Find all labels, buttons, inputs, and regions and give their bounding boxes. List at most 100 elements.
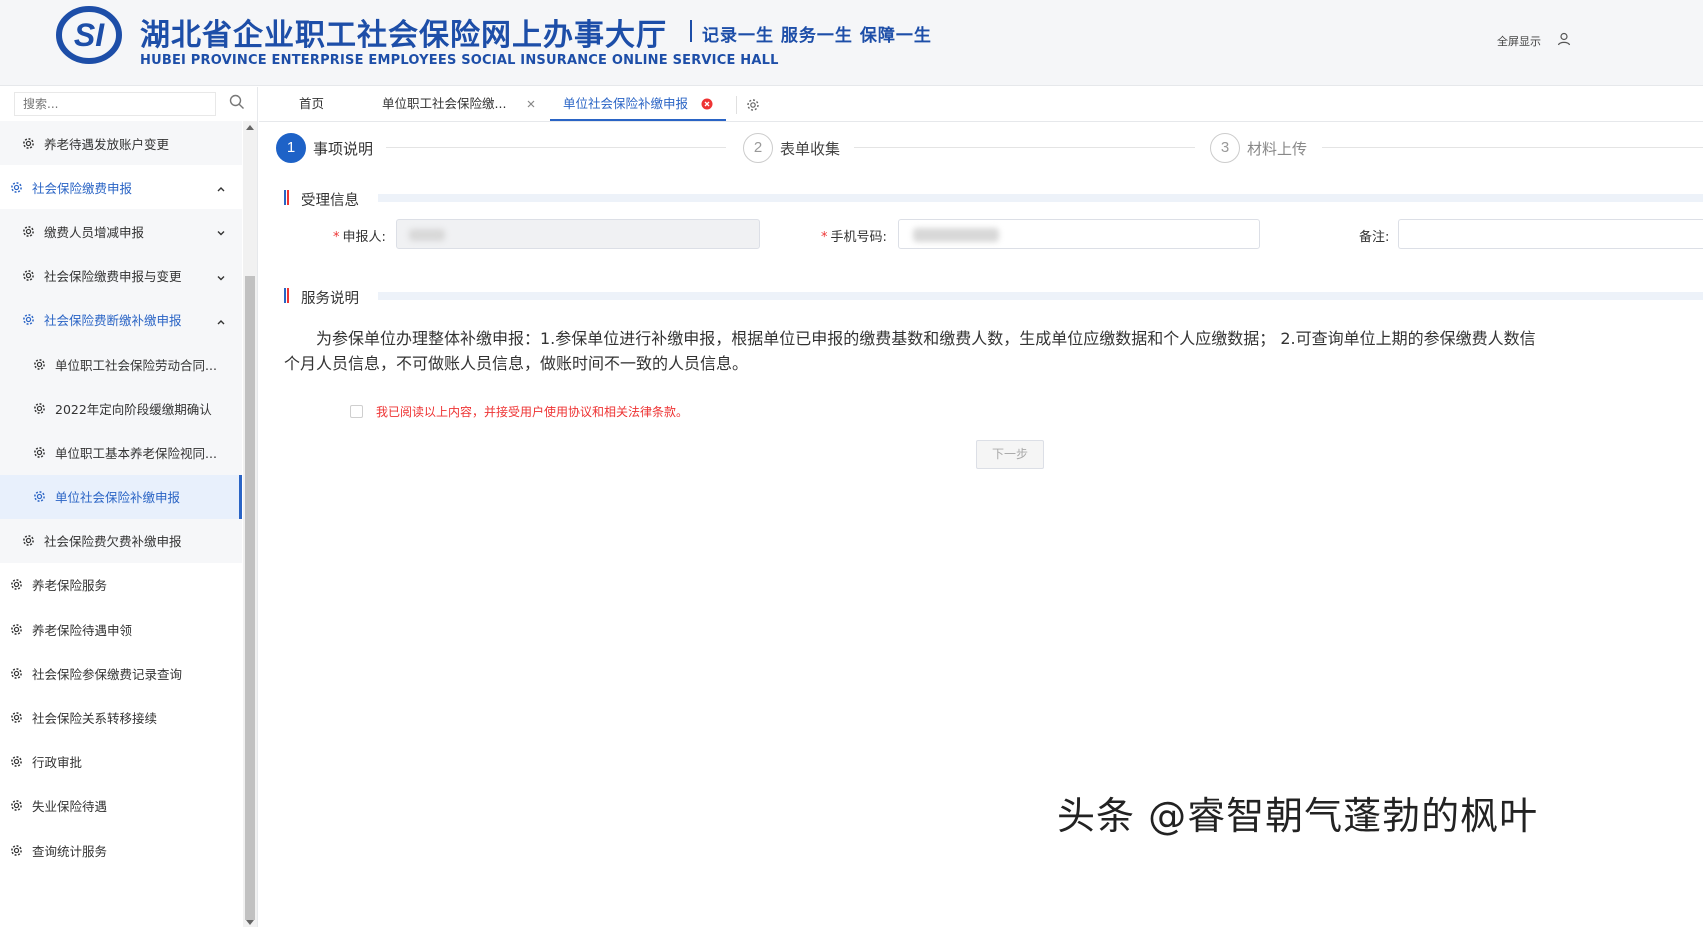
redacted-value [409,229,445,241]
gear-icon [10,844,23,857]
sidebar-item-label: 缴费人员增减申报 [44,224,145,240]
step-connector [386,147,726,148]
sidebar-item[interactable]: 单位职工社会保险劳动合同... [0,341,242,387]
sidebar-item-label: 社会保险参保缴费记录查询 [32,666,183,682]
step-2-circle: 2 [743,133,773,163]
gear-icon [22,225,35,238]
gear-icon [22,269,35,282]
fullscreen-button[interactable]: 全屏显示 [1497,33,1541,49]
tab-unit-supplement[interactable]: 单位社会保险补缴申报 [550,87,726,121]
service-section-title: 服务说明 [301,291,359,307]
agree-checkbox[interactable] [350,405,363,418]
accept-section-title: 受理信息 [301,193,359,209]
service-description: 为参保单位办理整体补缴申报：1.参保单位进行补缴申报，根据单位已申报的缴费基数和… [284,326,1703,376]
sidebar-item[interactable]: 缴费人员增减申报 [0,209,242,254]
sidebar-item[interactable]: 单位职工基本养老保险视同... [0,430,242,475]
gear-icon [33,402,46,415]
chevron-up-icon[interactable] [216,315,226,325]
search-input[interactable] [14,92,216,116]
section-divider-bar [378,292,1703,300]
title-divider [690,20,692,42]
search-icon[interactable] [229,94,245,110]
step-connector [854,147,1195,148]
watermark: 头条 @睿智朝气蓬勃的枫叶 [1057,794,1539,838]
phone-label: * 手机号码: [821,226,887,245]
gear-icon [10,711,23,724]
required-mark: * [821,230,828,245]
sidebar-item-label: 社会保险关系转移接续 [32,711,158,727]
sidebar-item[interactable]: 养老待遇发放账户变更 [0,121,242,166]
site-title: 湖北省企业职工社会保险网上办事大厅 [140,18,667,53]
gear-icon [10,181,23,194]
sidebar-item-label: 养老待遇发放账户变更 [44,136,170,152]
tab-divider [736,96,737,114]
section-marker [284,288,289,303]
sidebar-item[interactable]: 2022年定向阶段缓缴期确认 [0,386,242,431]
sidebar-item-label: 查询统计服务 [32,843,108,859]
gear-icon [10,667,23,680]
site-slogan: 记录一生 服务一生 保障一生 [702,26,932,46]
logo-text: SI [74,17,105,53]
step-3-circle: 3 [1210,133,1240,163]
sidebar-item-label: 养老保险待遇申领 [32,622,133,638]
sidebar-item-label: 社会保险费断缴补缴申报 [44,313,182,329]
section-divider-bar [378,194,1703,202]
sidebar-item[interactable]: 查询统计服务 [0,828,242,873]
gear-icon [33,490,46,503]
tab-close-active-icon[interactable] [701,98,713,110]
sidebar-item-label: 单位职工基本养老保险视同... [55,445,217,461]
sidebar-item-label: 2022年定向阶段缓缴期确认 [55,401,212,417]
scroll-up-arrow[interactable] [246,125,254,130]
sidebar-item[interactable]: 社会保险费欠费补缴申报 [0,518,242,563]
sidebar-item-label: 行政审批 [32,755,83,771]
sidebar-item-label: 社会保险缴费申报与变更 [44,269,182,285]
gear-icon [10,623,23,636]
sidebar-item[interactable]: 社会保险缴费申报 [0,165,242,210]
si-logo: SI [56,6,122,64]
section-marker [284,190,289,205]
remark-field[interactable] [1398,219,1703,249]
gear-icon [22,313,35,326]
gear-icon [10,578,23,591]
step-1-label: 事项说明 [313,140,374,158]
sidebar-item[interactable]: 社会保险缴费申报与变更 [0,253,242,298]
sidebar: 养老待遇发放账户变更社会保险缴费申报缴费人员增减申报社会保险缴费申报与变更社会保… [0,87,258,927]
sidebar-item-label: 养老保险服务 [32,578,108,594]
sidebar-item-label: 失业保险待遇 [32,799,108,815]
sidebar-item[interactable]: 社会保险费断缴补缴申报 [0,297,242,342]
gear-icon [10,755,23,768]
sidebar-item[interactable]: 失业保险待遇 [0,783,242,828]
sidebar-item[interactable]: 养老保险待遇申领 [0,607,242,652]
gear-icon [22,137,35,150]
chevron-down-icon[interactable] [216,271,226,281]
description-line-1: 为参保单位办理整体补缴申报：1.参保单位进行补缴申报，根据单位已申报的缴费基数和… [316,329,1536,348]
sidebar-item[interactable]: 社会保险参保缴费记录查询 [0,651,242,696]
tab-close-icon[interactable] [525,98,537,110]
sidebar-item[interactable]: 养老保险服务 [0,562,242,608]
next-step-button[interactable]: 下一步 [976,440,1044,469]
step-3-label: 材料上传 [1247,140,1308,158]
user-icon[interactable] [1557,32,1571,46]
site-title-en: HUBEI PROVINCE ENTERPRISE EMPLOYEES SOCI… [140,53,779,68]
sidebar-scrollbar[interactable] [243,121,257,927]
phone-label-text: 手机号码: [830,230,887,245]
phone-field[interactable] [898,219,1260,249]
chevron-down-icon[interactable] [216,226,226,236]
chevron-up-icon[interactable] [216,182,226,192]
required-mark: * [333,230,340,245]
applicant-field[interactable] [396,219,760,249]
sidebar-item[interactable]: 单位社会保险补缴申报 [0,474,242,519]
site-header: SI 湖北省企业职工社会保险网上办事大厅 记录一生 服务一生 保障一生 HUBE… [0,0,1703,86]
sidebar-item-label: 社会保险缴费申报 [32,180,133,196]
tab-settings-gear-icon[interactable] [746,98,760,112]
sidebar-menu: 养老待遇发放账户变更 社会保险缴费申报 缴费人员增减申报 社会保险缴费申报与变更 社会保… [0,121,242,873]
tab-home[interactable]: 首页 [299,87,324,121]
sidebar-item[interactable]: 社会保险关系转移接续 [0,695,242,740]
agree-text[interactable]: 我已阅读以上内容，并接受用户使用协议和相关法律条款。 [376,403,688,420]
step-connector [1322,147,1703,148]
tab-employee-insurance[interactable]: 单位职工社会保险缴... [382,87,506,121]
sidebar-item[interactable]: 行政审批 [0,739,242,784]
scroll-down-arrow[interactable] [246,920,254,925]
sidebar-item-label: 社会保险费欠费补缴申报 [44,534,182,550]
scroll-thumb[interactable] [245,276,255,920]
